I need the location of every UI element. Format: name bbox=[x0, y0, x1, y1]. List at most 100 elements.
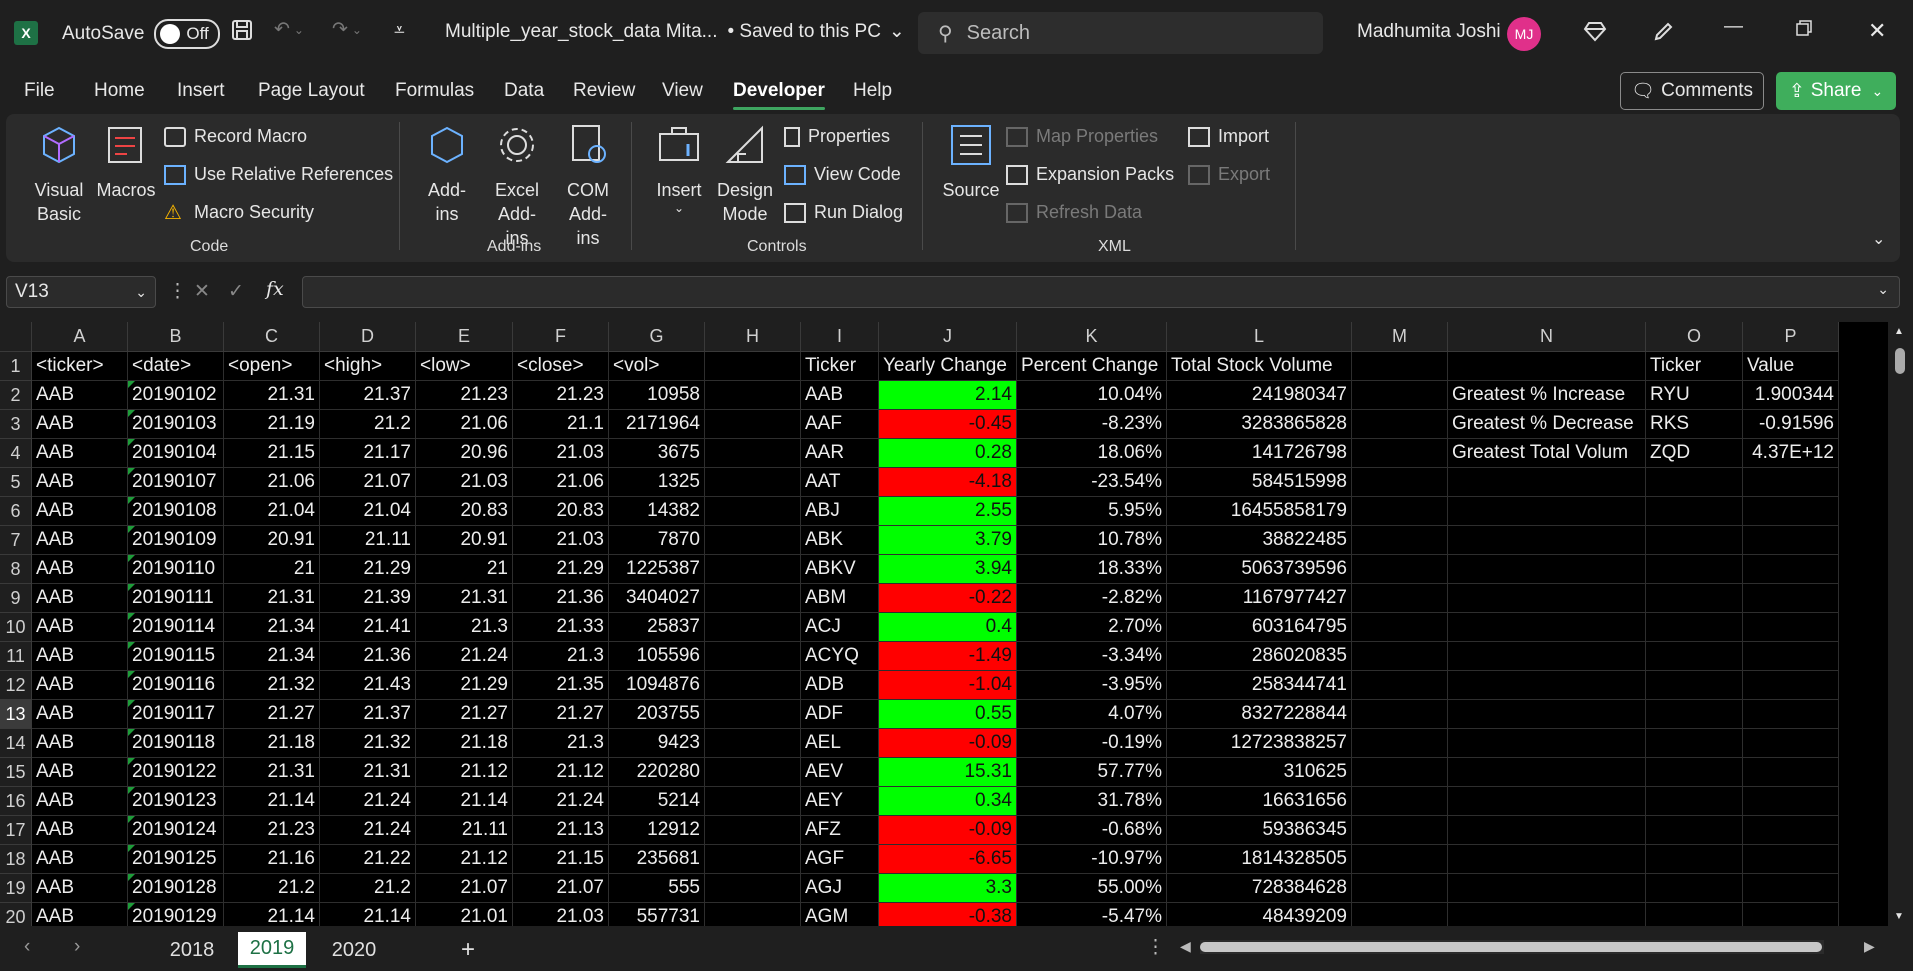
cell[interactable]: Greatest Total Volum bbox=[1448, 439, 1646, 468]
cell[interactable] bbox=[1352, 758, 1448, 787]
cell[interactable] bbox=[705, 584, 801, 613]
cell[interactable]: -5.47% bbox=[1017, 903, 1167, 926]
cell[interactable] bbox=[1352, 526, 1448, 555]
cell[interactable]: ADB bbox=[801, 671, 879, 700]
cell[interactable]: ABKV bbox=[801, 555, 879, 584]
scroll-down-icon[interactable]: ▼ bbox=[1894, 911, 1904, 922]
cell[interactable]: 20190110 bbox=[128, 555, 224, 584]
row-header[interactable]: 16 bbox=[0, 787, 32, 816]
cell[interactable] bbox=[1646, 845, 1743, 874]
cell[interactable] bbox=[1352, 381, 1448, 410]
cell[interactable]: Greatest % Increase bbox=[1448, 381, 1646, 410]
cell[interactable]: 3675 bbox=[609, 439, 705, 468]
cell[interactable] bbox=[1743, 700, 1839, 729]
cell[interactable] bbox=[1743, 497, 1839, 526]
cell[interactable]: 20190125 bbox=[128, 845, 224, 874]
cell[interactable]: <low> bbox=[416, 352, 513, 381]
cell[interactable]: 21.3 bbox=[513, 642, 609, 671]
cell[interactable]: -6.65 bbox=[879, 845, 1017, 874]
cell[interactable]: 21.1 bbox=[513, 410, 609, 439]
map-properties-button[interactable]: Map Properties bbox=[1006, 126, 1158, 147]
cell[interactable]: <open> bbox=[224, 352, 320, 381]
cell[interactable]: AEL bbox=[801, 729, 879, 758]
cell[interactable]: 55.00% bbox=[1017, 874, 1167, 903]
cell[interactable]: 21.15 bbox=[513, 845, 609, 874]
cell[interactable]: 21.23 bbox=[224, 816, 320, 845]
menu-insert[interactable]: Insert bbox=[177, 80, 225, 102]
cell[interactable]: 4.07% bbox=[1017, 700, 1167, 729]
cell[interactable] bbox=[705, 613, 801, 642]
cell[interactable]: <close> bbox=[513, 352, 609, 381]
cell[interactable] bbox=[1448, 758, 1646, 787]
cell[interactable]: 21.07 bbox=[320, 468, 416, 497]
cell[interactable]: 2171964 bbox=[609, 410, 705, 439]
cell[interactable]: 21.41 bbox=[320, 613, 416, 642]
cell[interactable]: 20190109 bbox=[128, 526, 224, 555]
record-macro-button[interactable]: Record Macro bbox=[164, 126, 307, 147]
column-header-i[interactable]: I bbox=[801, 322, 879, 352]
sheet-tab[interactable]: 2020 bbox=[310, 932, 398, 968]
cell[interactable]: ACYQ bbox=[801, 642, 879, 671]
spreadsheet-grid[interactable]: A B C D E F G H I J K L M N O P 1 <ticker> <date> <open> <hi… bbox=[0, 322, 1913, 926]
cell[interactable]: 20190111 bbox=[128, 584, 224, 613]
cell[interactable] bbox=[1743, 584, 1839, 613]
cell[interactable]: -3.34% bbox=[1017, 642, 1167, 671]
column-header-b[interactable]: B bbox=[128, 322, 224, 352]
cell[interactable]: 5.95% bbox=[1017, 497, 1167, 526]
cell[interactable]: 15.31 bbox=[879, 758, 1017, 787]
cell[interactable] bbox=[1448, 729, 1646, 758]
cell[interactable] bbox=[1448, 352, 1646, 381]
cell[interactable]: 20190102 bbox=[128, 381, 224, 410]
cell[interactable]: 3.79 bbox=[879, 526, 1017, 555]
cell[interactable]: 235681 bbox=[609, 845, 705, 874]
row-header[interactable]: 7 bbox=[0, 526, 32, 555]
cell[interactable]: 20190108 bbox=[128, 497, 224, 526]
cell[interactable]: -4.18 bbox=[879, 468, 1017, 497]
row-header[interactable]: 11 bbox=[0, 642, 32, 671]
scroll-thumb[interactable] bbox=[1200, 942, 1822, 952]
cell[interactable]: -3.95% bbox=[1017, 671, 1167, 700]
cell[interactable] bbox=[705, 468, 801, 497]
cell[interactable]: -0.91596 bbox=[1743, 410, 1839, 439]
cell[interactable] bbox=[1352, 700, 1448, 729]
cell[interactable]: -0.22 bbox=[879, 584, 1017, 613]
cell[interactable]: 1225387 bbox=[609, 555, 705, 584]
cell[interactable]: 21.22 bbox=[320, 845, 416, 874]
cell[interactable] bbox=[705, 816, 801, 845]
column-header-k[interactable]: K bbox=[1017, 322, 1167, 352]
row-header[interactable]: 19 bbox=[0, 874, 32, 903]
cell[interactable]: 8327228844 bbox=[1167, 700, 1352, 729]
cell[interactable]: AGM bbox=[801, 903, 879, 926]
cell[interactable]: 20190129 bbox=[128, 903, 224, 926]
cell[interactable] bbox=[1646, 468, 1743, 497]
visual-basic-button[interactable]: Visual Basic bbox=[24, 122, 94, 226]
cell[interactable] bbox=[1448, 845, 1646, 874]
cell[interactable]: AAB bbox=[32, 642, 128, 671]
cell[interactable]: 20.83 bbox=[416, 497, 513, 526]
cell[interactable]: 21.19 bbox=[224, 410, 320, 439]
cell[interactable]: 21.06 bbox=[416, 410, 513, 439]
cell[interactable]: 21.34 bbox=[224, 613, 320, 642]
cell[interactable]: 21.06 bbox=[224, 468, 320, 497]
undo-icon[interactable]: ↶ ⌄ bbox=[274, 18, 304, 41]
cell[interactable]: 21.43 bbox=[320, 671, 416, 700]
cell[interactable] bbox=[1743, 555, 1839, 584]
row-header[interactable]: 13 bbox=[0, 700, 32, 729]
row-header[interactable]: 4 bbox=[0, 439, 32, 468]
cell[interactable]: 21.2 bbox=[224, 874, 320, 903]
cell[interactable] bbox=[1352, 787, 1448, 816]
cell[interactable]: 3.94 bbox=[879, 555, 1017, 584]
column-header-p[interactable]: P bbox=[1743, 322, 1839, 352]
cell[interactable]: 21.24 bbox=[416, 642, 513, 671]
cell[interactable]: 20190107 bbox=[128, 468, 224, 497]
menu-view[interactable]: View bbox=[662, 80, 703, 102]
expansion-packs-button[interactable]: Expansion Packs bbox=[1006, 164, 1174, 185]
cell[interactable]: 7870 bbox=[609, 526, 705, 555]
cell[interactable] bbox=[705, 700, 801, 729]
cell[interactable]: 603164795 bbox=[1167, 613, 1352, 642]
row-header[interactable]: 2 bbox=[0, 381, 32, 410]
cell[interactable] bbox=[1448, 555, 1646, 584]
cell[interactable]: 25837 bbox=[609, 613, 705, 642]
macros-button[interactable]: Macros bbox=[92, 122, 160, 202]
cell[interactable]: 21.27 bbox=[513, 700, 609, 729]
